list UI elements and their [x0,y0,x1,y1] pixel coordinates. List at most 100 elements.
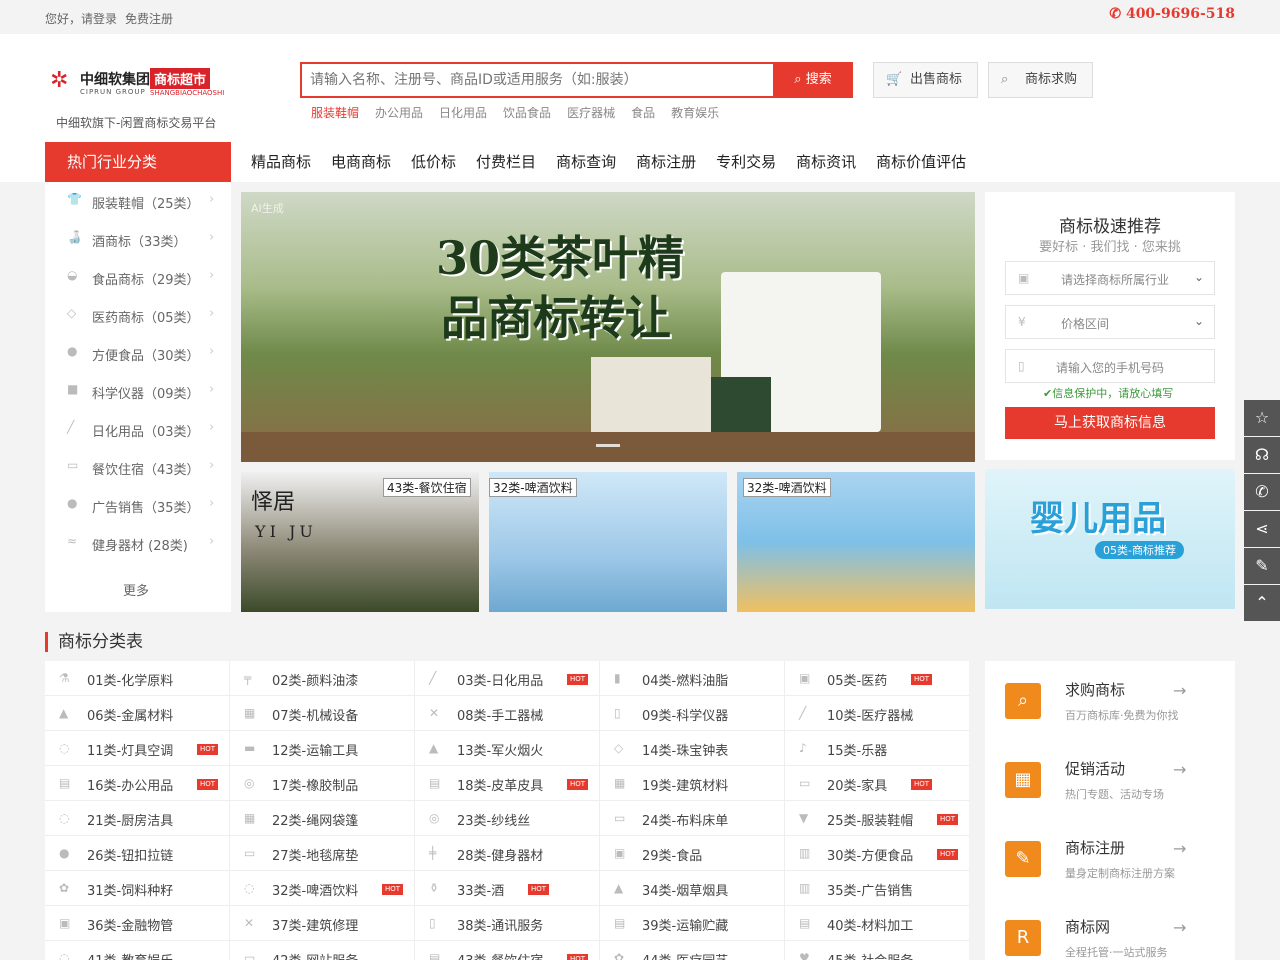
share-icon[interactable]: ⋖ [1244,511,1280,547]
nav-item[interactable]: 专利交易 [716,153,776,171]
promo-card[interactable]: 婴儿用品 05类-商标推荐 [985,469,1235,609]
hotword[interactable]: 服装鞋帽 [311,106,359,120]
star-icon[interactable]: ☆ [1244,400,1280,436]
class-cell[interactable]: ✕ 37类-建筑修理 [230,906,415,941]
class-cell[interactable]: ╱ 03类-日化用品 HOT [415,661,600,696]
price-select[interactable]: ¥ 价格区间 ⌄ [1005,305,1215,339]
login-link[interactable]: 您好，请登录 [45,10,117,27]
class-cell[interactable]: ▭ 27类-地毯席垫 [230,836,415,871]
class-cell[interactable]: ▣ 29类-食品 [600,836,785,871]
buy-trademark-button[interactable]: ⌕ 商标求购 [988,62,1093,98]
sidebar-item[interactable]: ● 广告销售（35类） › [45,486,231,524]
hero-banner[interactable]: AI生成 30类茶叶精 品商标转让 [241,192,975,462]
nav-item[interactable]: 付费栏目 [476,153,536,171]
hotword[interactable]: 食品 [631,106,655,120]
edit-icon[interactable]: ✎ [1244,548,1280,584]
class-cell[interactable]: ⚗ 01类-化学原料 [45,661,230,696]
class-cell[interactable]: ◎ 17类-橡胶制品 [230,766,415,801]
sidebar-item[interactable]: ▭ 餐饮住宿（43类） › [45,448,231,486]
logo[interactable]: ✲ 中细软集团 CIPRUN GROUP 商标超市 SHANGBIAOCHAOS… [50,66,230,100]
class-cell[interactable]: ▭ 20类-家具 HOT [785,766,969,801]
back-to-top-icon[interactable]: ⌃ [1244,585,1280,621]
sidebar-item[interactable]: ■ 科学仪器（09类） › [45,372,231,410]
sidebar-item[interactable]: ● 方便食品（30类） › [45,334,231,372]
class-cell[interactable]: ▥ 35类-广告销售 [785,871,969,906]
search-button[interactable]: ⌕ 搜索 [773,62,853,98]
hotword[interactable]: 教育娱乐 [671,106,719,120]
phone-icon[interactable]: ✆ [1244,474,1280,510]
nav-item[interactable]: 商标价值评估 [876,153,966,171]
class-cell[interactable]: ● 26类-钮扣拉链 [45,836,230,871]
class-cell[interactable]: ✿ 44类-医疗园艺 [600,941,785,960]
class-cell[interactable]: ◎ 23类-纱线丝 [415,801,600,836]
service-item[interactable]: ▦ 促销活动 → 热门专题、活动专场 [985,740,1235,820]
sidebar-item[interactable]: ◒ 食品商标（29类） › [45,258,231,296]
class-cell[interactable]: ▦ 22类-绳网袋篷 [230,801,415,836]
service-item[interactable]: ⌕ 求购商标 → 百万商标库·免费为你找 [985,661,1235,741]
class-cell[interactable]: ✿ 31类-饲料种籽 [45,871,230,906]
class-cell[interactable]: ▮ 04类-燃料油脂 [600,661,785,696]
get-info-button[interactable]: 马上获取商标信息 [1005,407,1215,439]
category-button[interactable]: 热门行业分类 [45,142,231,182]
class-cell[interactable]: ◌ 11类-灯具空调 HOT [45,731,230,766]
sell-trademark-button[interactable]: 🛒 出售商标 [873,62,978,98]
class-cell[interactable]: ▣ 05类-医药 HOT [785,661,969,696]
class-cell[interactable]: ▦ 07类-机械设备 [230,696,415,731]
hotword[interactable]: 日化用品 [439,106,487,120]
class-cell[interactable]: ▤ 16类-办公用品 HOT [45,766,230,801]
class-cell[interactable]: ◇ 14类-珠宝钟表 [600,731,785,766]
class-cell[interactable]: ▭ 24类-布料床单 [600,801,785,836]
service-item[interactable]: R 商标网 → 全程托管·一站式服务 [985,898,1235,960]
class-cell[interactable]: ⚱ 33类-酒 HOT [415,871,600,906]
more-link[interactable]: 更多 [123,580,149,599]
industry-select[interactable]: ▣ 请选择商标所属行业 ⌄ [1005,261,1215,295]
class-cell[interactable]: ♪ 15类-乐器 [785,731,969,766]
class-cell[interactable]: ▼ 25类-服装鞋帽 HOT [785,801,969,836]
class-cell[interactable]: ✕ 08类-手工器械 [415,696,600,731]
class-cell[interactable]: ♥ 45类-社会服务 [785,941,969,960]
nav-item[interactable]: 低价标 [411,153,456,171]
class-cell[interactable]: ▤ 40类-材料加工 [785,906,969,941]
sidebar-item[interactable]: 👕 服装鞋帽（25类） › [45,182,231,220]
class-cell[interactable]: ▯ 09类-科学仪器 [600,696,785,731]
sidebar-item[interactable]: ◇ 医药商标（05类） › [45,296,231,334]
register-link[interactable]: 免费注册 [125,10,173,27]
nav-item[interactable]: 电商商标 [331,153,391,171]
nav-item[interactable]: 精品商标 [251,153,311,171]
class-cell[interactable]: ▲ 34类-烟草烟具 [600,871,785,906]
class-cell[interactable]: ╤ 02类-颜料油漆 [230,661,415,696]
class-cell[interactable]: ╪ 28类-健身器材 [415,836,600,871]
promo-card[interactable]: 32类-啤酒饮料 [489,472,727,612]
phone-input[interactable]: ▯ 请输入您的手机号码 [1005,349,1215,383]
class-cell[interactable]: ▦ 19类-建筑材料 [600,766,785,801]
class-cell[interactable]: ▥ 30类-方便食品 HOT [785,836,969,871]
class-cell[interactable]: ▲ 06类-金属材料 [45,696,230,731]
class-cell[interactable]: ▤ 18类-皮革皮具 HOT [415,766,600,801]
class-cell[interactable]: ▲ 13类-军火烟火 [415,731,600,766]
service-item[interactable]: ✎ 商标注册 → 量身定制商标注册方案 [985,819,1235,899]
sidebar-item[interactable]: ≈ 健身器材 (28类) › [45,524,231,562]
class-cell[interactable]: ◌ 41类-教育娱乐 [45,941,230,960]
sidebar-item[interactable]: 🍶 酒商标（33类） › [45,220,231,258]
promo-card[interactable]: 怿居 YI JU 43类-餐饮住宿 [241,472,479,612]
class-cell[interactable]: ◌ 21类-厨房洁具 [45,801,230,836]
hotword[interactable]: 办公用品 [375,106,423,120]
class-cell[interactable]: ▬ 12类-运输工具 [230,731,415,766]
class-cell[interactable]: ◌ 32类-啤酒饮料 HOT [230,871,415,906]
search-input[interactable] [310,64,770,96]
headset-icon[interactable]: ☊ [1244,437,1280,473]
hotword[interactable]: 饮品食品 [503,106,551,120]
class-cell[interactable]: ▭ 42类-网站服务 [230,941,415,960]
nav-item[interactable]: 商标资讯 [796,153,856,171]
carousel-indicator[interactable] [596,444,620,447]
class-cell[interactable]: ▤ 43类-餐饮住宿 HOT [415,941,600,960]
class-cell[interactable]: ╱ 10类-医疗器械 [785,696,969,731]
hotword[interactable]: 医疗器械 [567,106,615,120]
nav-item[interactable]: 商标查询 [556,153,616,171]
sidebar-item[interactable]: ╱ 日化用品（03类） › [45,410,231,448]
nav-item[interactable]: 商标注册 [636,153,696,171]
class-cell[interactable]: ▣ 36类-金融物管 [45,906,230,941]
class-cell[interactable]: ▯ 38类-通讯服务 [415,906,600,941]
class-cell[interactable]: ▤ 39类-运输贮藏 [600,906,785,941]
promo-card[interactable]: 32类-啤酒饮料 [737,472,975,612]
